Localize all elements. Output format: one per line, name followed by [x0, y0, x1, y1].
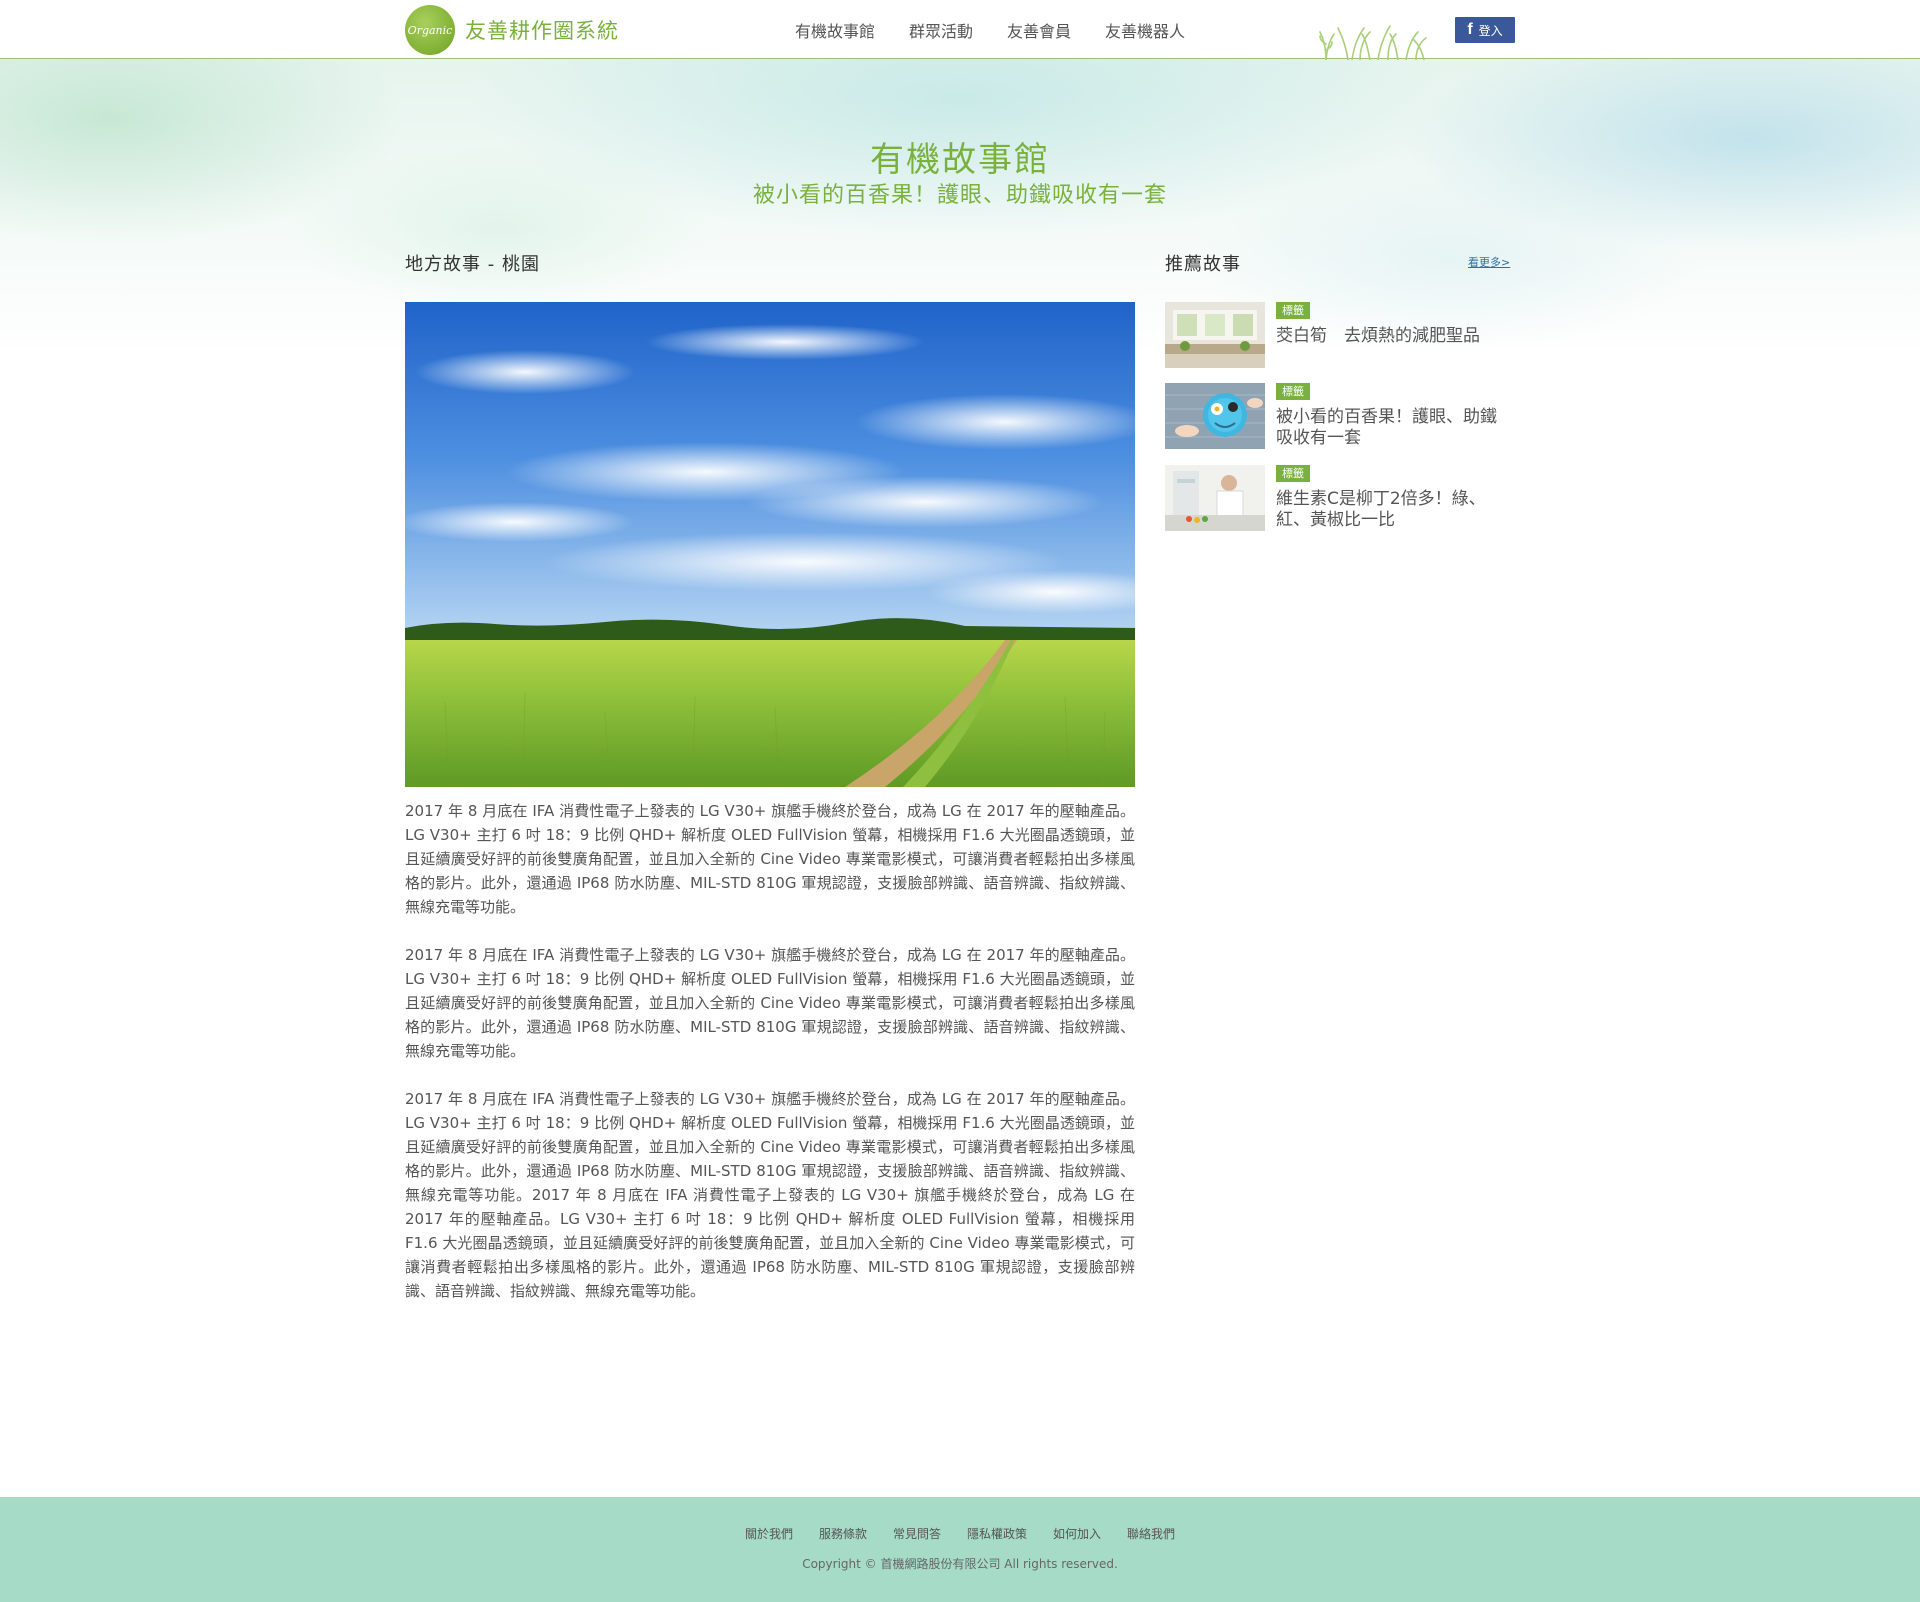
footer-link-about[interactable]: 關於我們: [745, 1525, 793, 1542]
copyright-text: Copyright © 首機網路股份有限公司 All rights reserv…: [802, 1557, 1118, 1571]
story-thumbnail: [1165, 383, 1265, 449]
story-tag[interactable]: 標籤: [1276, 302, 1310, 319]
main-nav: 有機故事館 群眾活動 友善會員 友善機器人: [795, 0, 1185, 59]
facebook-icon: f: [1467, 21, 1473, 38]
footer-link-join[interactable]: 如何加入: [1053, 1525, 1101, 1542]
site-logo[interactable]: Organic 友善耕作圈系統: [405, 5, 619, 55]
nav-item-events[interactable]: 群眾活動: [909, 18, 973, 42]
story-tag[interactable]: 標籤: [1276, 383, 1310, 400]
see-more-link[interactable]: 看更多>: [1468, 254, 1510, 270]
article-hero-image: [405, 302, 1135, 787]
footer-link-faq[interactable]: 常見問答: [893, 1525, 941, 1542]
footer-link-privacy[interactable]: 隱私權政策: [967, 1525, 1027, 1542]
top-header: Organic 友善耕作圈系統 有機故事館 群眾活動 友善會員 友善機器人 f …: [0, 0, 1920, 60]
organic-logo-badge: Organic: [405, 5, 455, 55]
nav-item-organic-stories[interactable]: 有機故事館: [795, 18, 875, 42]
story-thumbnail: [1165, 465, 1265, 531]
article-paragraph: 2017 年 8 月底在 IFA 消費性電子上發表的 LG V30+ 旗艦手機終…: [405, 802, 1135, 916]
recommended-story-item[interactable]: 標籤 茭白筍 去煩熱的減肥聖品: [1165, 302, 1515, 368]
page-subtitle: 被小看的百香果！護眼、助鐵吸收有一套: [752, 183, 1167, 208]
story-thumbnail: [1165, 302, 1265, 368]
page-title: 有機故事館: [870, 140, 1050, 180]
recommended-story-item[interactable]: 標籤 維生素C是柳丁2倍多！綠、紅、黃椒比一比: [1165, 465, 1515, 531]
footer-link-terms[interactable]: 服務條款: [819, 1525, 867, 1542]
site-footer: 關於我們 服務條款 常見問答 隱私權政策 如何加入 聯絡我們 Copyright…: [0, 1497, 1920, 1602]
article-section-title: 地方故事 - 桃園: [405, 254, 540, 275]
nav-item-members[interactable]: 友善會員: [1007, 18, 1071, 42]
story-title[interactable]: 茭白筍 去煩熱的減肥聖品: [1276, 326, 1511, 347]
article-paragraph: 2017 年 8 月底在 IFA 消費性電子上發表的 LG V30+ 旗艦手機終…: [405, 946, 1135, 1060]
footer-links: 關於我們 服務條款 常見問答 隱私權政策 如何加入 聯絡我們: [0, 1525, 1920, 1542]
login-label: 登入: [1478, 23, 1503, 38]
grass-decoration-icon: [1319, 25, 1427, 60]
story-title[interactable]: 被小看的百香果！護眼、助鐵吸收有一套: [1276, 407, 1511, 449]
site-name: 友善耕作圈系統: [465, 19, 619, 43]
story-tag[interactable]: 標籤: [1276, 465, 1310, 482]
nav-item-robot[interactable]: 友善機器人: [1105, 18, 1185, 42]
footer-link-contact[interactable]: 聯絡我們: [1127, 1525, 1175, 1542]
article-body: 2017 年 8 月底在 IFA 消費性電子上發表的 LG V30+ 旗艦手機終…: [405, 799, 1135, 1327]
story-title[interactable]: 維生素C是柳丁2倍多！綠、紅、黃椒比一比: [1276, 489, 1511, 531]
recommended-story-item[interactable]: 標籤 被小看的百香果！護眼、助鐵吸收有一套: [1165, 383, 1515, 449]
article-paragraph: 2017 年 8 月底在 IFA 消費性電子上發表的 LG V30+ 旗艦手機終…: [405, 1090, 1135, 1300]
recommended-stories-title: 推薦故事: [1165, 254, 1241, 275]
facebook-login-button[interactable]: f 登入: [1455, 17, 1515, 43]
